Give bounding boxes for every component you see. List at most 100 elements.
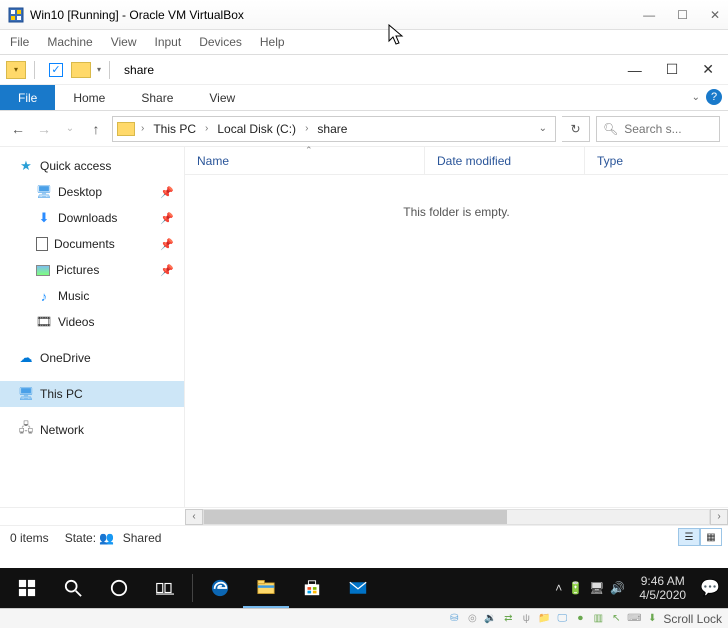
explorer-title-bar: ▾ ✓ ▾ share — ☐ ✕	[0, 55, 728, 85]
status-state: State: 👥 Shared	[65, 531, 162, 545]
vb-indicator-audio-icon[interactable]: 🔉	[483, 612, 497, 626]
view-large-icons-button[interactable]: ▦	[700, 528, 722, 546]
shared-icon: 👥	[99, 531, 115, 545]
pin-icon: 📌	[160, 238, 174, 251]
column-header-type[interactable]: Type	[585, 147, 728, 174]
status-state-value: Shared	[123, 531, 162, 545]
explorer-window-title: share	[124, 63, 154, 77]
tray-overflow-icon[interactable]: ˄	[555, 581, 562, 595]
action-center-button[interactable]: 💬	[700, 578, 720, 598]
view-details-button[interactable]: ☰	[678, 528, 700, 546]
nav-desktop[interactable]: 🖥Desktop📌	[0, 179, 184, 205]
taskbar-store[interactable]	[289, 568, 335, 608]
explorer-maximize-button[interactable]: ☐	[666, 61, 679, 78]
nav-back-button[interactable]: ←	[8, 119, 28, 139]
vb-menu-input[interactable]: Input	[155, 35, 182, 49]
scroll-track[interactable]	[203, 509, 710, 525]
tray-network-icon[interactable]: 🖥	[589, 581, 604, 595]
help-icon[interactable]: ?	[706, 89, 722, 105]
vb-indicator-shared-folders-icon[interactable]: 📁	[537, 612, 551, 626]
nav-quick-access[interactable]: ★ Quick access	[0, 153, 184, 179]
vb-indicator-display-icon[interactable]: 🖵	[555, 612, 569, 626]
virtualbox-status-bar: ⛁ ◎ 🔉 ⇄ ψ 📁 🖵 ⏺ ▥ ↖ ⌨ ⬇ Scroll Lock	[0, 608, 728, 628]
downloads-icon: ⬇	[36, 210, 52, 226]
task-view-button[interactable]	[142, 568, 188, 608]
vb-indicator-hard-disk-icon[interactable]: ⛁	[447, 612, 461, 626]
ribbon-tab-file[interactable]: File	[0, 85, 55, 110]
ribbon-tab-share[interactable]: Share	[123, 85, 191, 110]
explorer-minimize-button[interactable]: —	[628, 62, 642, 78]
vb-menu-view[interactable]: View	[111, 35, 137, 49]
taskbar-mail[interactable]	[335, 568, 381, 608]
nav-music[interactable]: ♪Music	[0, 283, 184, 309]
breadcrumb-chevron[interactable]: ›	[203, 123, 210, 134]
breadcrumb-this-pc[interactable]: This PC	[148, 122, 201, 136]
vb-minimize-button[interactable]: —	[643, 8, 655, 22]
scroll-left-button[interactable]: ‹	[185, 509, 203, 525]
refresh-button[interactable]: ↻	[562, 116, 590, 142]
breadcrumb-chevron[interactable]: ›	[303, 123, 310, 134]
ribbon-expand-icon[interactable]: ⌄	[692, 92, 700, 103]
nav-forward-button[interactable]: →	[34, 119, 54, 139]
qat-properties-button[interactable]: ✓	[49, 63, 63, 77]
virtualbox-menu-bar: File Machine View Input Devices Help	[0, 30, 728, 54]
cortana-button[interactable]	[96, 568, 142, 608]
nav-up-button[interactable]: ↑	[86, 119, 106, 139]
horizontal-scrollbar[interactable]: ‹ ›	[0, 507, 728, 525]
breadcrumb-bar[interactable]: › This PC › Local Disk (C:) › share ⌄	[112, 116, 556, 142]
nav-this-pc[interactable]: 🖥This PC	[0, 381, 184, 407]
vb-indicator-optical-icon[interactable]: ◎	[465, 612, 479, 626]
tray-volume-icon[interactable]: 🔊	[610, 581, 625, 595]
ribbon-tab-view[interactable]: View	[191, 85, 253, 110]
scroll-thumb[interactable]	[204, 510, 507, 524]
vb-maximize-button[interactable]: ☐	[677, 8, 688, 22]
qat-separator-2	[109, 61, 110, 79]
search-button[interactable]	[50, 568, 96, 608]
nav-videos[interactable]: 🎞Videos	[0, 309, 184, 335]
search-input[interactable]	[624, 122, 704, 136]
vb-indicator-keyboard-icon[interactable]: ⌨	[627, 612, 641, 626]
ribbon-tab-home[interactable]: Home	[55, 85, 123, 110]
nav-downloads[interactable]: ⬇Downloads📌	[0, 205, 184, 231]
documents-icon	[36, 237, 48, 251]
virtualbox-icon	[8, 7, 24, 23]
pin-icon: 📌	[160, 212, 174, 225]
nav-pictures[interactable]: Pictures📌	[0, 257, 184, 283]
vb-menu-file[interactable]: File	[10, 35, 29, 49]
taskbar-file-explorer[interactable]	[243, 568, 289, 608]
tray-battery-icon[interactable]: 🔋	[568, 581, 583, 595]
vb-menu-help[interactable]: Help	[260, 35, 285, 49]
nav-onedrive[interactable]: ☁OneDrive	[0, 345, 184, 371]
vb-indicator-network-icon[interactable]: ⇄	[501, 612, 515, 626]
explorer-close-button[interactable]: ✕	[702, 61, 714, 78]
column-header-date[interactable]: Date modified	[425, 147, 585, 174]
taskbar-edge[interactable]	[197, 568, 243, 608]
nav-network[interactable]: 🖧Network	[0, 417, 184, 443]
vb-indicator-cpu-icon[interactable]: ▥	[591, 612, 605, 626]
qat-new-folder-button[interactable]	[71, 62, 91, 78]
status-state-label: State:	[65, 531, 96, 545]
breadcrumb-dropdown[interactable]: ⌄	[539, 123, 551, 134]
nav-label: Music	[58, 289, 89, 303]
start-button[interactable]	[4, 568, 50, 608]
explorer-body: ★ Quick access 🖥Desktop📌 ⬇Downloads📌 Doc…	[0, 147, 728, 507]
system-tray: ˄ 🔋 🖥 🔊 9:46 AM 4/5/2020 💬	[555, 574, 724, 603]
vb-indicator-usb-icon[interactable]: ψ	[519, 612, 533, 626]
search-box[interactable]: 🔍︎	[596, 116, 720, 142]
breadcrumb-local-disk[interactable]: Local Disk (C:)	[212, 122, 301, 136]
scroll-right-button[interactable]: ›	[710, 509, 728, 525]
vb-indicator-recording-icon[interactable]: ⏺	[573, 612, 587, 626]
breadcrumb-share[interactable]: share	[312, 122, 352, 136]
qat-dropdown[interactable]: ▾	[97, 65, 101, 74]
vb-menu-machine[interactable]: Machine	[47, 35, 92, 49]
qat-folder-dropdown[interactable]: ▾	[6, 61, 26, 79]
vb-close-button[interactable]: ✕	[710, 8, 720, 22]
breadcrumb-chevron[interactable]: ›	[139, 123, 146, 134]
taskbar-clock[interactable]: 9:46 AM 4/5/2020	[639, 574, 686, 603]
virtualbox-title: Win10 [Running] - Oracle VM VirtualBox	[30, 8, 643, 22]
vb-menu-devices[interactable]: Devices	[199, 35, 242, 49]
nav-recent-dropdown[interactable]: ⌄	[60, 119, 80, 139]
nav-label: Pictures	[56, 263, 99, 277]
vb-indicator-mouse-icon[interactable]: ↖	[609, 612, 623, 626]
nav-documents[interactable]: Documents📌	[0, 231, 184, 257]
